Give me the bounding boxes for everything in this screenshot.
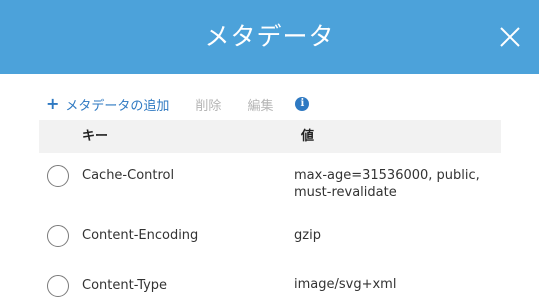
metadata-value: max-age=31536000, public, must-revalidat… [294, 168, 480, 200]
metadata-value: image/svg+xml [294, 277, 397, 292]
metadata-key: Cache-Control [82, 168, 175, 183]
column-header-value: 値 [301, 129, 315, 144]
column-header-key: キー [82, 129, 109, 144]
close-icon [500, 27, 520, 47]
row-select-radio[interactable] [47, 225, 69, 247]
metadata-key: Content-Encoding [82, 228, 199, 243]
dialog-header: メタデータ [0, 0, 539, 74]
edit-button[interactable]: 編集 [247, 95, 273, 114]
row-select-radio[interactable] [47, 165, 69, 187]
metadata-key: Content-Type [82, 278, 168, 293]
close-button[interactable] [499, 26, 521, 48]
add-metadata-button[interactable]: + メタデータの追加 [46, 95, 169, 114]
info-icon[interactable]: i [295, 97, 310, 111]
plus-icon: + [46, 94, 60, 113]
table-header: キー 値 [39, 120, 501, 153]
metadata-toolbar: + メタデータの追加 削除 編集 i [46, 94, 310, 114]
row-select-radio[interactable] [47, 275, 69, 297]
dialog-title: メタデータ [204, 22, 335, 51]
metadata-value: gzip [294, 228, 321, 243]
metadata-dialog: メタデータ + メタデータの追加 削除 編集 i キー 値 Cache-Cont… [0, 0, 539, 302]
delete-button[interactable]: 削除 [195, 95, 221, 114]
add-metadata-label: メタデータの追加 [65, 98, 170, 114]
